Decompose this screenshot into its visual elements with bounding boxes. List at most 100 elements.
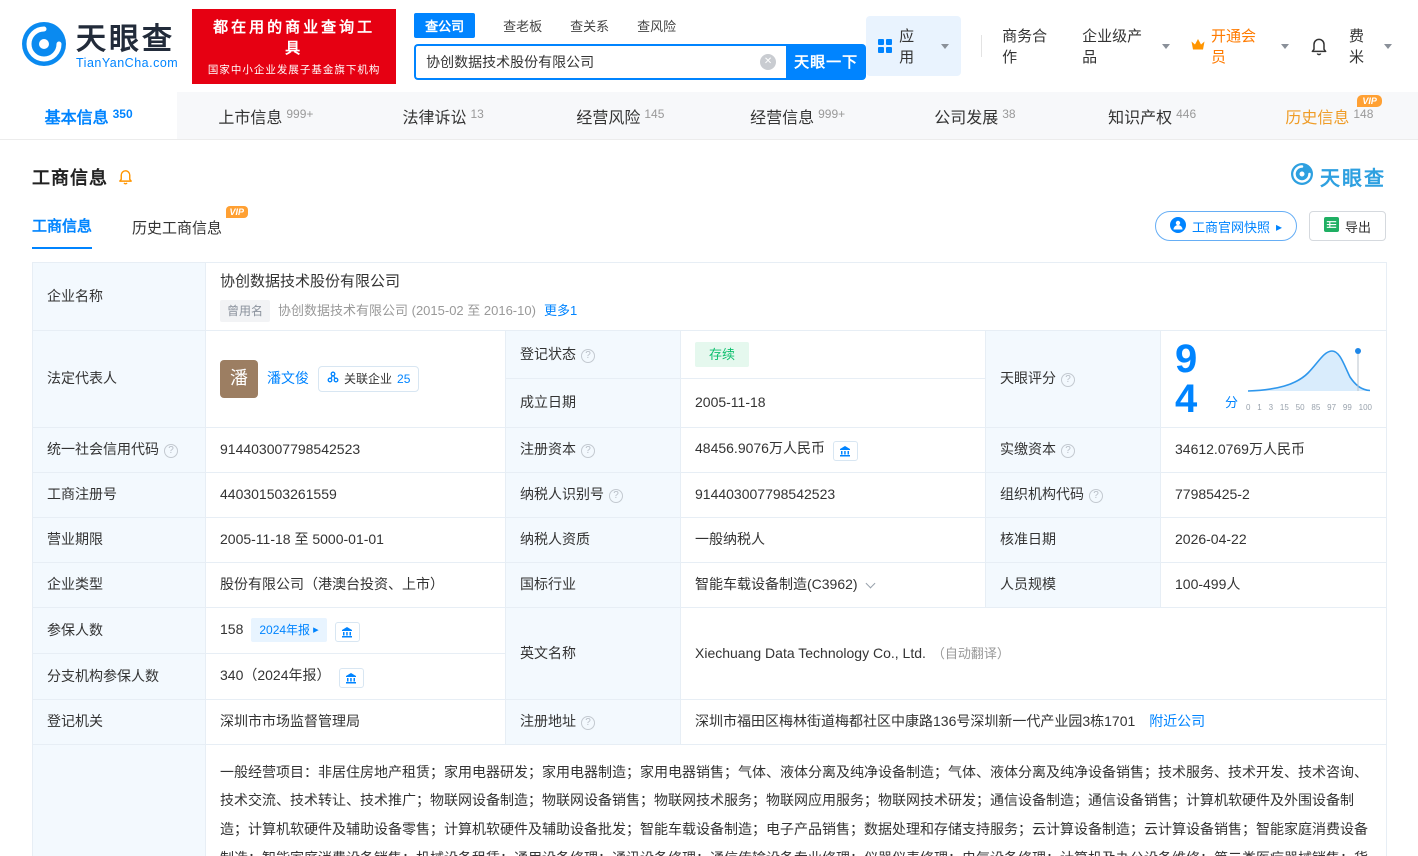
help-icon[interactable] [581,349,595,363]
person-icon [1170,217,1186,236]
bank-icon[interactable] [335,622,360,642]
help-icon[interactable] [1061,373,1075,387]
crown-icon [1190,38,1206,55]
table-row: 企业类型 股份有限公司（港澳台投资、上市） 国标行业 智能车载设备制造(C396… [33,562,1387,607]
menu-enterprise[interactable]: 企业级产品 [1082,25,1170,67]
tianyancha-watermark: 天眼查 [1290,162,1386,191]
excel-icon [1324,217,1339,235]
scope-label-cell: 经营范围 [33,744,206,856]
term-label-cell: 营业期限 [33,517,206,562]
type-label-cell: 企业类型 [33,562,206,607]
field-label: 分支机构参保人数 [47,668,159,684]
search-area: 查公司 查老板 查关系 查风险 天眼一下 [414,13,866,80]
org-code-label-cell: 组织机构代码 [986,472,1161,517]
industry-label-cell: 国标行业 [506,562,681,607]
search-button[interactable]: 天眼一下 [786,44,866,80]
user-menu[interactable]: 费米 [1349,25,1392,67]
help-icon[interactable] [581,716,595,730]
credit-code-cell: 914403007798542523 [206,427,506,472]
help-icon[interactable] [164,444,178,458]
export-button[interactable]: 导出 [1309,211,1386,241]
field-value: 2005-11-18 至 5000-01-01 [220,531,384,547]
table-row: 参保人数 1582024年报 英文名称 Xiechuang Data Techn… [33,607,1387,653]
help-icon[interactable] [609,489,623,503]
chevron-down-icon [1384,44,1392,49]
official-snapshot-button[interactable]: 工商官网快照 [1155,211,1297,241]
nav-tab-listing-info[interactable]: 上市信息 999+ [177,92,354,139]
field-label: 组织机构代码 [1000,486,1084,502]
nav-tab-business-risk[interactable]: 经营风险 145 [532,92,709,139]
search-tab-company[interactable]: 查公司 [414,13,475,38]
follow-bell-icon[interactable] [117,168,134,185]
search-tab-relations[interactable]: 查关系 [570,16,609,35]
nav-tab-label: 公司发展 [934,104,998,128]
field-value: 深圳市市场监督管理局 [220,713,360,729]
tianyancha-logo[interactable]: 天眼查 TianYanCha.com [20,20,178,73]
field-label: 注册地址 [520,713,576,729]
search-tab-boss[interactable]: 查老板 [503,16,542,35]
registered-address: 深圳市福田区梅林街道梅都社区中康路136号深圳新一代产业园3栋1701 [695,713,1135,729]
clear-icon[interactable] [760,54,776,70]
subtab-actions: 工商官网快照 导出 [1155,211,1386,249]
vip-badge: VIP [1357,95,1382,107]
field-label: 登记状态 [520,346,576,362]
subtab-history-registration[interactable]: 历史工商信息 VIP [132,217,222,249]
legal-rep-name-link[interactable]: 潘文俊 [267,368,309,389]
nav-tab-history-info[interactable]: 历史信息 148 VIP [1241,92,1418,139]
apps-label: 应用 [899,25,929,67]
help-icon[interactable] [1089,489,1103,503]
logo-swirl-icon [1290,162,1314,191]
branch-insured-cell: 340（2024年报） [206,653,506,699]
table-row: 工商注册号 440301503261559 纳税人识别号 91440300779… [33,472,1387,517]
nav-tab-business-info[interactable]: 经营信息 999+ [709,92,886,139]
help-icon[interactable] [1061,444,1075,458]
promo-line1: 都在用的商业查询工具 [204,16,384,58]
field-label: 企业名称 [47,288,103,304]
status-cell: 存续 [681,330,986,379]
company-name-cell: 协创数据技术股份有限公司 曾用名 协创数据技术有限公司 (2015-02 至 2… [206,263,1387,331]
field-label: 天眼评分 [1000,370,1056,386]
search-input[interactable] [414,44,786,80]
chevron-down-icon [1162,44,1170,49]
menu-enterprise-label: 企业级产品 [1082,25,1157,67]
score-cell[interactable]: 94 分 0131550859799100 [1175,339,1372,419]
english-name: Xiechuang Data Technology Co., Ltd. [695,645,926,661]
field-value: 2005-11-18 [695,394,766,410]
related-companies-badge[interactable]: 关联企业 25 [318,366,419,392]
field-value: 34612.0769万人民币 [1175,441,1305,457]
avatar[interactable]: 潘 [220,360,258,398]
reg-no-cell: 440301503261559 [206,472,506,517]
field-label: 工商注册号 [47,486,117,502]
nav-tab-label: 上市信息 [218,104,282,128]
nav-tab-count: 145 [644,107,664,121]
subtab-label: 历史工商信息 [132,220,222,237]
company-name-label-cell: 企业名称 [33,263,206,331]
annual-report-badge[interactable]: 2024年报 [251,618,326,642]
bank-icon[interactable] [339,668,364,688]
nav-tab-basic-info[interactable]: 基本信息 350 [0,92,177,139]
score-curve-chart: 0131550859799100 [1246,343,1372,414]
chevron-right-icon [1276,219,1282,234]
menu-vip-upgrade[interactable]: 开通会员 [1190,25,1289,67]
bank-icon[interactable] [833,441,858,461]
search-tab-risk[interactable]: 查风险 [637,16,676,35]
business-scope: 一般经营项目：非居住房地产租赁；家用电器研发；家用电器制造；家用电器销售；气体、… [220,764,1368,856]
field-value: 智能车载设备制造(C3962) [695,576,858,592]
reg-no-label-cell: 工商注册号 [33,472,206,517]
nav-tab-company-development[interactable]: 公司发展 38 [886,92,1063,139]
nav-tab-intellectual-property[interactable]: 知识产权 446 [1064,92,1241,139]
auto-translate-note: （自动翻译） [932,646,1010,661]
nearby-companies-link[interactable]: 附近公司 [1149,713,1205,729]
nav-tab-lawsuits[interactable]: 法律诉讼 13 [355,92,532,139]
paid-capital-cell: 34612.0769万人民币 [1161,427,1387,472]
reg-capital-label-cell: 注册资本 [506,427,681,472]
notification-bell-icon[interactable] [1309,36,1329,56]
apps-button[interactable]: 应用 [866,16,961,76]
menu-cooperation[interactable]: 商务合作 [1002,25,1062,67]
help-icon[interactable] [581,444,595,458]
insured-label-cell: 参保人数 [33,607,206,653]
established-label-cell: 成立日期 [506,379,681,428]
chevron-down-icon[interactable] [865,579,875,589]
subtab-business-registration[interactable]: 工商信息 [32,215,92,249]
more-link[interactable]: 更多1 [544,301,577,321]
